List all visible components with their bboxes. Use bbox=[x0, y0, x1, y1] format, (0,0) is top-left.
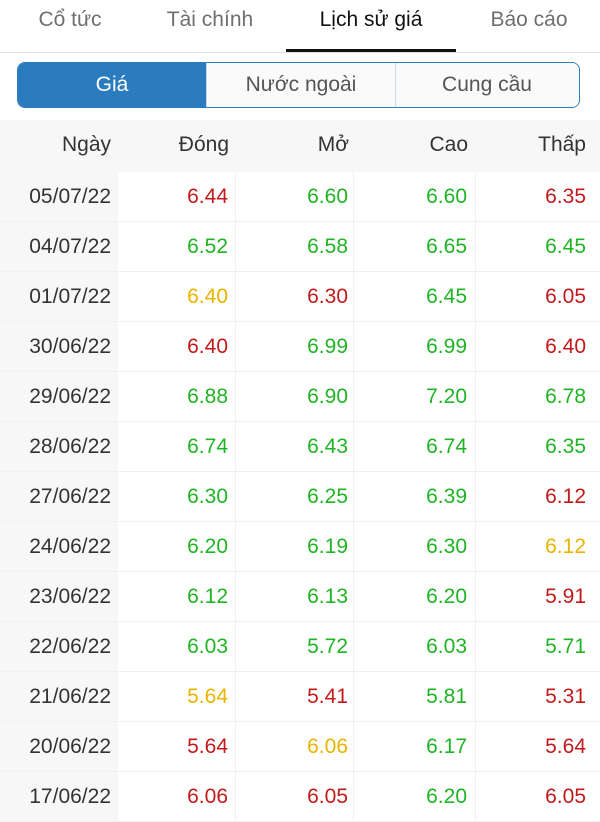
cell-high: 6.65 bbox=[354, 222, 476, 271]
cell-high: 6.20 bbox=[354, 772, 476, 821]
table-row[interactable]: 20/06/22 5.64 6.06 6.17 5.64 bbox=[0, 722, 600, 772]
cell-date: 29/06/22 bbox=[0, 372, 118, 421]
cell-low: 5.71 bbox=[545, 635, 586, 658]
cell-date: 30/06/22 bbox=[0, 322, 118, 371]
cell-close: 6.20 bbox=[118, 522, 236, 571]
segment-nuoc-ngoai[interactable]: Nước ngoài bbox=[206, 63, 395, 107]
cell-open: 6.30 bbox=[236, 272, 354, 321]
cell-date: 20/06/22 bbox=[0, 722, 118, 771]
cell-low: 5.91 bbox=[545, 585, 586, 608]
cell-low: 6.12 bbox=[545, 485, 586, 508]
cell-high: 6.60 bbox=[354, 172, 476, 221]
cell-low: 6.78 bbox=[545, 385, 586, 408]
cell-date: 01/07/22 bbox=[0, 272, 118, 321]
header-thap: Thấp bbox=[538, 133, 586, 156]
cell-date: 23/06/22 bbox=[0, 572, 118, 621]
cell-close: 6.52 bbox=[118, 222, 236, 271]
price-history-table[interactable]: Ngày Đóng Mở Cao Thấp 05/07/22 6.44 6.60 6.… bbox=[0, 120, 600, 822]
cell-low: 6.35 bbox=[545, 185, 586, 208]
cell-low: 6.35 bbox=[545, 435, 586, 458]
table-row[interactable]: 21/06/22 5.64 5.41 5.81 5.31 bbox=[0, 672, 600, 722]
header-cao: Cao bbox=[429, 133, 468, 156]
cell-close: 5.64 bbox=[118, 722, 236, 771]
table-row[interactable]: 30/06/22 6.40 6.99 6.99 6.40 bbox=[0, 322, 600, 372]
table-header: Ngày Đóng Mở Cao Thấp bbox=[0, 120, 600, 172]
cell-open: 6.60 bbox=[236, 172, 354, 221]
cell-open: 6.05 bbox=[236, 772, 354, 821]
cell-high: 6.03 bbox=[354, 622, 476, 671]
table-row[interactable]: 22/06/22 6.03 5.72 6.03 5.71 bbox=[0, 622, 600, 672]
table-row[interactable]: 05/07/22 6.44 6.60 6.60 6.35 bbox=[0, 172, 600, 222]
table-body: 05/07/22 6.44 6.60 6.60 6.35 04/07/22 6.52 6.58… bbox=[0, 172, 600, 822]
table-row[interactable]: 27/06/22 6.30 6.25 6.39 6.12 bbox=[0, 472, 600, 522]
cell-low: 5.31 bbox=[545, 685, 586, 708]
cell-open: 6.90 bbox=[236, 372, 354, 421]
cell-date: 22/06/22 bbox=[0, 622, 118, 671]
cell-low: 6.45 bbox=[545, 235, 586, 258]
cell-high: 5.81 bbox=[354, 672, 476, 721]
cell-date: 21/06/22 bbox=[0, 672, 118, 721]
cell-open: 6.06 bbox=[236, 722, 354, 771]
tab-tai-chinh[interactable]: Tài chính bbox=[140, 0, 280, 52]
cell-high: 7.20 bbox=[354, 372, 476, 421]
table-row[interactable]: 29/06/22 6.88 6.90 7.20 6.78 bbox=[0, 372, 600, 422]
cell-open: 6.58 bbox=[236, 222, 354, 271]
cell-low: 5.64 bbox=[545, 735, 586, 758]
cell-close: 6.12 bbox=[118, 572, 236, 621]
cell-high: 6.45 bbox=[354, 272, 476, 321]
header-mo: Mở bbox=[317, 133, 349, 156]
cell-date: 05/07/22 bbox=[0, 172, 118, 221]
cell-date: 04/07/22 bbox=[0, 222, 118, 271]
cell-open: 5.72 bbox=[236, 622, 354, 671]
cell-open: 6.13 bbox=[236, 572, 354, 621]
table-row[interactable]: 04/07/22 6.52 6.58 6.65 6.45 bbox=[0, 222, 600, 272]
tab-co-tuc[interactable]: Cổ tức bbox=[0, 0, 140, 52]
table-row[interactable]: 17/06/22 6.06 6.05 6.20 6.05 bbox=[0, 772, 600, 822]
cell-close: 6.06 bbox=[118, 772, 236, 821]
cell-close: 6.88 bbox=[118, 372, 236, 421]
cell-close: 6.74 bbox=[118, 422, 236, 471]
cell-high: 6.39 bbox=[354, 472, 476, 521]
price-segmented-control: Giá Nước ngoài Cung cầu bbox=[17, 62, 580, 108]
cell-open: 5.41 bbox=[236, 672, 354, 721]
cell-close: 5.64 bbox=[118, 672, 236, 721]
tab-lich-su-gia-label: Lịch sử giá bbox=[319, 8, 423, 31]
table-row[interactable]: 01/07/22 6.40 6.30 6.45 6.05 bbox=[0, 272, 600, 322]
cell-low: 6.12 bbox=[545, 535, 586, 558]
cell-open: 6.43 bbox=[236, 422, 354, 471]
cell-high: 6.74 bbox=[354, 422, 476, 471]
header-dong: Đóng bbox=[178, 133, 229, 156]
cell-close: 6.44 bbox=[118, 172, 236, 221]
top-tab-bar: Cổ tức Tài chính Lịch sử giá Báo cáo bbox=[0, 0, 600, 53]
active-tab-underline bbox=[286, 49, 456, 52]
cell-low: 6.05 bbox=[545, 785, 586, 808]
cell-close: 6.03 bbox=[118, 622, 236, 671]
cell-open: 6.19 bbox=[236, 522, 354, 571]
cell-close: 6.40 bbox=[118, 272, 236, 321]
table-row[interactable]: 28/06/22 6.74 6.43 6.74 6.35 bbox=[0, 422, 600, 472]
header-ngay: Ngày bbox=[0, 120, 118, 172]
cell-low: 6.40 bbox=[545, 335, 586, 358]
segment-gia[interactable]: Giá bbox=[18, 63, 206, 107]
cell-date: 27/06/22 bbox=[0, 472, 118, 521]
cell-close: 6.30 bbox=[118, 472, 236, 521]
cell-date: 17/06/22 bbox=[0, 772, 118, 821]
cell-high: 6.20 bbox=[354, 572, 476, 621]
cell-date: 24/06/22 bbox=[0, 522, 118, 571]
table-row[interactable]: 23/06/22 6.12 6.13 6.20 5.91 bbox=[0, 572, 600, 622]
tab-bao-cao[interactable]: Báo cáo bbox=[458, 0, 600, 52]
cell-low: 6.05 bbox=[545, 285, 586, 308]
cell-high: 6.30 bbox=[354, 522, 476, 571]
table-row[interactable]: 24/06/22 6.20 6.19 6.30 6.12 bbox=[0, 522, 600, 572]
cell-high: 6.17 bbox=[354, 722, 476, 771]
cell-open: 6.99 bbox=[236, 322, 354, 371]
segment-cung-cau[interactable]: Cung cầu bbox=[395, 63, 578, 107]
cell-high: 6.99 bbox=[354, 322, 476, 371]
cell-date: 28/06/22 bbox=[0, 422, 118, 471]
tab-lich-su-gia[interactable]: Lịch sử giá bbox=[286, 0, 456, 52]
cell-open: 6.25 bbox=[236, 472, 354, 521]
cell-close: 6.40 bbox=[118, 322, 236, 371]
